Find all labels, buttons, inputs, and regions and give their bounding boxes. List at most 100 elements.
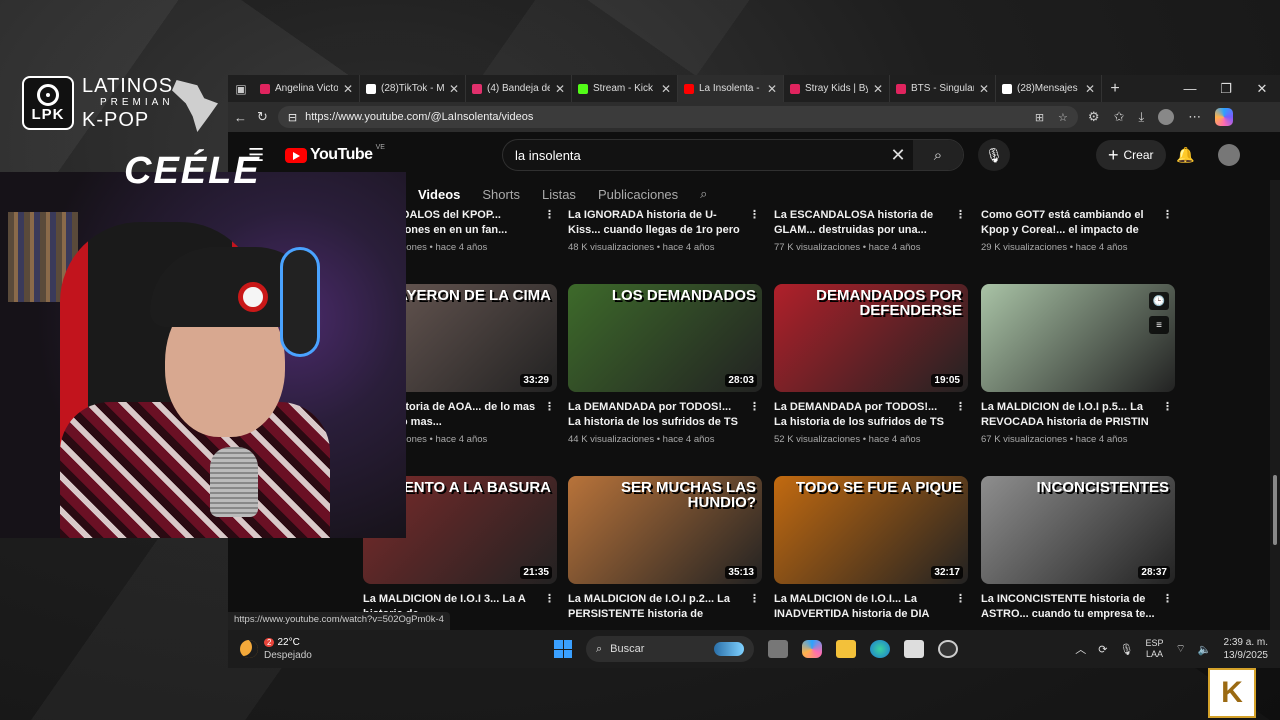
browser-tab[interactable]: BTS - Singular ✕ [890, 75, 996, 102]
notifications-bell-icon[interactable]: 🔔 [1176, 146, 1195, 164]
close-tab-icon[interactable]: ✕ [767, 82, 777, 96]
more-options-icon[interactable]: ⋮ [955, 400, 966, 415]
new-tab-button[interactable]: + [1102, 80, 1128, 98]
extensions-icon[interactable]: ⚙ [1088, 109, 1100, 125]
favorite-star-icon[interactable]: ☆ [1058, 111, 1068, 124]
browser-tab[interactable]: La Insolenta - ✕ [678, 75, 784, 102]
video-title[interactable]: La IGNORADA historia de U-Kiss... cuando… [568, 208, 762, 238]
minimize-icon[interactable]: — [1172, 81, 1208, 97]
video-card[interactable]: DEMANDADOS POR DEFENDERSE 19:05 La DEMAN… [774, 284, 968, 445]
browser-tab[interactable]: (28)TikTok - M ✕ [360, 75, 466, 102]
close-tab-icon[interactable]: ✕ [1085, 82, 1095, 96]
downloads-icon[interactable]: ⤓ [1138, 109, 1144, 125]
app-available-icon[interactable]: ⊞ [1035, 111, 1044, 124]
browser-tab[interactable]: (4) Bandeja de ✕ [466, 75, 572, 102]
obs-icon[interactable] [938, 640, 958, 658]
language-indicator[interactable]: ESP LAA [1145, 638, 1163, 660]
video-title[interactable]: La MALDICION de I.O.I p.2... La PERSISTE… [568, 592, 762, 622]
youtube-logo[interactable]: YouTube VE [285, 144, 385, 164]
close-tab-icon[interactable]: ✕ [661, 82, 671, 96]
video-thumbnail[interactable]: SER MUCHAS LAS HUNDIO? 35:13 [568, 476, 762, 584]
video-card[interactable]: TODO SE FUE A PIQUE 32:17 La MALDICION d… [774, 476, 968, 622]
clock[interactable]: 2:39 a. m. 13/9/2025 [1224, 636, 1269, 662]
watch-later-icon[interactable]: 🕒 [1149, 292, 1169, 310]
video-card[interactable]: INCONCISTENTES 28:37 La INCONCISTENTE hi… [981, 476, 1175, 622]
tab-label: (4) Bandeja de [487, 83, 550, 94]
copilot-icon[interactable] [1215, 108, 1234, 126]
video-title[interactable]: La INCONCISTENTE historia de ASTRO... cu… [981, 592, 1175, 622]
browser-tab[interactable]: Stream - Kick ✕ [572, 75, 678, 102]
video-card[interactable]: La ESCANDALOSA historia de GLAM... destr… [774, 200, 968, 253]
video-title[interactable]: La ESCANDALOSA historia de GLAM... destr… [774, 208, 968, 238]
video-thumbnail[interactable]: LOS DEMANDADOS 28:03 [568, 284, 762, 392]
tray-expand-icon[interactable]: ︿ [1075, 641, 1086, 657]
account-avatar[interactable] [1218, 144, 1240, 166]
video-card[interactable]: 🕒 ≡ La MALDICION de I.O.I p.5... La REVOC… [981, 284, 1175, 445]
profile-avatar[interactable] [1158, 109, 1175, 125]
video-title[interactable]: La MALDICION de I.O.I p.5... La REVOCADA… [981, 400, 1175, 430]
page-scrollbar[interactable] [1270, 180, 1280, 630]
tab-actions-icon[interactable]: ▣ [228, 82, 254, 96]
close-tab-icon[interactable]: ✕ [979, 82, 989, 96]
more-options-icon[interactable]: ⋮ [749, 208, 760, 223]
video-title[interactable]: La DEMANDADA por TODOS!... La historia d… [568, 400, 762, 430]
video-card[interactable]: SER MUCHAS LAS HUNDIO? 35:13 La MALDICIO… [568, 476, 762, 622]
video-title[interactable]: Como GOT7 está cambiando el Kpop y Corea… [981, 208, 1175, 238]
video-title[interactable]: La DEMANDADA por TODOS!... La historia d… [774, 400, 968, 430]
video-card[interactable]: LOS DEMANDADOS 28:03 La DEMANDADA por TO… [568, 284, 762, 445]
task-view-icon[interactable] [768, 640, 788, 658]
weather-widget[interactable]: 2 22°C Despejado [240, 636, 312, 662]
back-icon[interactable]: ← [234, 110, 247, 125]
video-card[interactable]: Como GOT7 está cambiando el Kpop y Corea… [981, 200, 1175, 253]
site-info-icon[interactable]: ⊟ [288, 111, 297, 124]
search-input[interactable] [503, 147, 883, 163]
browser-tab[interactable]: (28)Mensajes ✕ [996, 75, 1102, 102]
file-explorer-icon[interactable] [836, 640, 856, 658]
more-options-icon[interactable]: ⋮ [955, 208, 966, 223]
sync-icon[interactable]: ⟳ [1098, 643, 1107, 656]
browser-tab[interactable]: Stray Kids | By ✕ [784, 75, 890, 102]
favorites-icon[interactable]: ✩ [1114, 109, 1125, 125]
voice-search-mic-icon[interactable]: 🎙 [978, 139, 1010, 171]
close-tab-icon[interactable]: ✕ [343, 82, 353, 96]
taskbar-search[interactable]: ⌕ Buscar [586, 636, 754, 662]
close-tab-icon[interactable]: ✕ [873, 82, 883, 96]
volume-icon[interactable]: 🔈 [1198, 643, 1212, 656]
more-options-icon[interactable]: ⋮ [1162, 592, 1173, 607]
mic-tray-icon[interactable]: 🎙 [1119, 643, 1133, 656]
more-options-icon[interactable]: ⋮ [544, 592, 555, 607]
video-title-text: La MALDICION de I.O.I p.2... La PERSISTE… [568, 593, 730, 620]
more-options-icon[interactable]: ⋮ [749, 400, 760, 415]
video-title[interactable]: La MALDICION de I.O.I... La INADVERTIDA … [774, 592, 968, 622]
more-icon[interactable]: ⋯ [1188, 109, 1201, 125]
close-window-icon[interactable]: ✕ [1244, 81, 1280, 97]
more-options-icon[interactable]: ⋮ [749, 592, 760, 607]
more-options-icon[interactable]: ⋮ [1162, 208, 1173, 223]
video-thumbnail[interactable]: TODO SE FUE A PIQUE 32:17 [774, 476, 968, 584]
more-options-icon[interactable]: ⋮ [544, 208, 555, 223]
close-tab-icon[interactable]: ✕ [449, 82, 459, 96]
scrollbar-thumb[interactable] [1273, 475, 1277, 545]
search-button[interactable]: ⌕ [913, 140, 963, 170]
url-field[interactable]: ⊟ https://www.youtube.com/@LaInsolenta/v… [277, 106, 1078, 128]
search-icon: ⌕ [596, 642, 603, 655]
video-card[interactable]: La IGNORADA historia de U-Kiss... cuando… [568, 200, 762, 253]
browser-tab[interactable]: Angelina Victo ✕ [254, 75, 360, 102]
add-to-queue-icon[interactable]: ≡ [1149, 316, 1169, 334]
video-thumbnail[interactable]: INCONCISTENTES 28:37 [981, 476, 1175, 584]
restore-icon[interactable]: ❐ [1208, 81, 1244, 97]
refresh-icon[interactable]: ↻ [257, 109, 268, 125]
video-thumbnail[interactable]: 🕒 ≡ [981, 284, 1175, 392]
wifi-icon[interactable]: ⌔ [1175, 642, 1185, 656]
windows-start-icon[interactable] [554, 640, 572, 658]
video-thumbnail[interactable]: DEMANDADOS POR DEFENDERSE 19:05 [774, 284, 968, 392]
more-options-icon[interactable]: ⋮ [955, 592, 966, 607]
close-tab-icon[interactable]: ✕ [555, 82, 565, 96]
create-button[interactable]: + Crear [1096, 140, 1166, 170]
clear-search-icon[interactable]: ✕ [883, 145, 913, 166]
copilot-taskbar-icon[interactable] [802, 640, 822, 658]
edge-browser-icon[interactable] [870, 640, 890, 658]
store-icon[interactable] [904, 640, 924, 658]
more-options-icon[interactable]: ⋮ [1162, 400, 1173, 415]
more-options-icon[interactable]: ⋮ [544, 400, 555, 415]
